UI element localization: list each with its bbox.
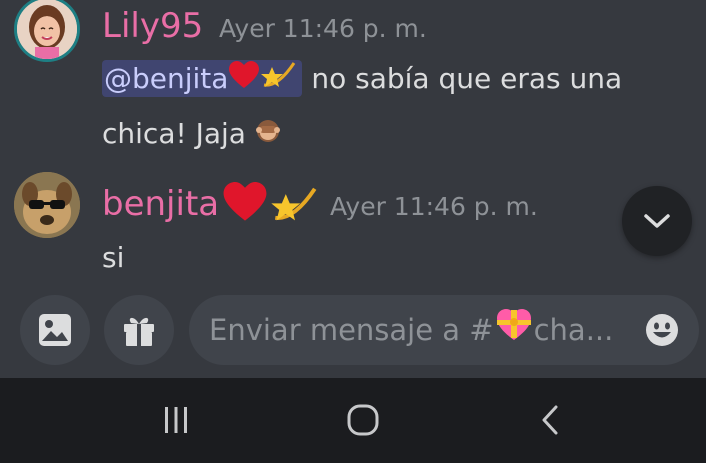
memoji-avatar-icon xyxy=(17,0,77,59)
message-body: si xyxy=(102,232,124,284)
image-icon xyxy=(39,314,71,346)
message-text-line1: no sabía que eras una xyxy=(311,62,623,95)
mention-label: @benjita xyxy=(104,62,229,95)
see-no-evil-monkey-icon xyxy=(255,109,281,161)
attach-image-button[interactable] xyxy=(20,295,90,365)
avatar[interactable] xyxy=(14,0,80,62)
red-heart-icon xyxy=(222,182,268,226)
dizzy-star-icon xyxy=(270,180,320,228)
message-timestamp: Ayer 11:46 p. m. xyxy=(219,14,427,43)
jump-to-bottom-button[interactable] xyxy=(622,186,692,256)
author-name: benjita xyxy=(102,184,220,224)
emoji-picker-button[interactable] xyxy=(644,312,680,348)
recents-icon xyxy=(165,407,187,433)
gift-icon xyxy=(124,317,154,346)
message-body: @benjita no sabía que eras una xyxy=(102,53,622,106)
message-text-line1: si xyxy=(102,241,125,274)
dog-sunglasses-avatar-icon xyxy=(14,172,80,238)
system-navigation-bar xyxy=(0,378,706,463)
user-mention[interactable]: @benjita xyxy=(102,60,303,97)
message-author[interactable]: benjita xyxy=(102,184,219,224)
smiley-icon xyxy=(646,314,678,346)
back-button[interactable] xyxy=(520,398,580,442)
message-input[interactable]: Enviar mensaje a # cha... xyxy=(189,295,699,365)
red-heart-icon xyxy=(228,54,260,106)
back-chevron-icon xyxy=(542,405,558,435)
home-button[interactable] xyxy=(333,398,393,442)
message-body-line2: chica! Jaja xyxy=(102,108,281,161)
placeholder-suffix: cha... xyxy=(533,313,614,347)
placeholder-prefix: Enviar mensaje a # xyxy=(209,313,494,347)
chat-area: Lily95 Ayer 11:46 p. m. @benjita no sabí… xyxy=(0,0,706,378)
message-input-placeholder: Enviar mensaje a # cha... xyxy=(209,295,613,365)
message-author[interactable]: Lily95 xyxy=(102,6,203,46)
heart-with-ribbon-icon xyxy=(494,297,534,367)
chevron-down-icon xyxy=(644,214,670,228)
gift-button[interactable] xyxy=(104,295,174,365)
message-text-line2: chica! Jaja xyxy=(102,117,246,150)
recent-apps-button[interactable] xyxy=(146,398,206,442)
avatar[interactable] xyxy=(14,172,80,238)
message-timestamp: Ayer 11:46 p. m. xyxy=(330,192,538,221)
home-icon xyxy=(347,404,379,436)
dizzy-star-icon xyxy=(260,54,298,106)
